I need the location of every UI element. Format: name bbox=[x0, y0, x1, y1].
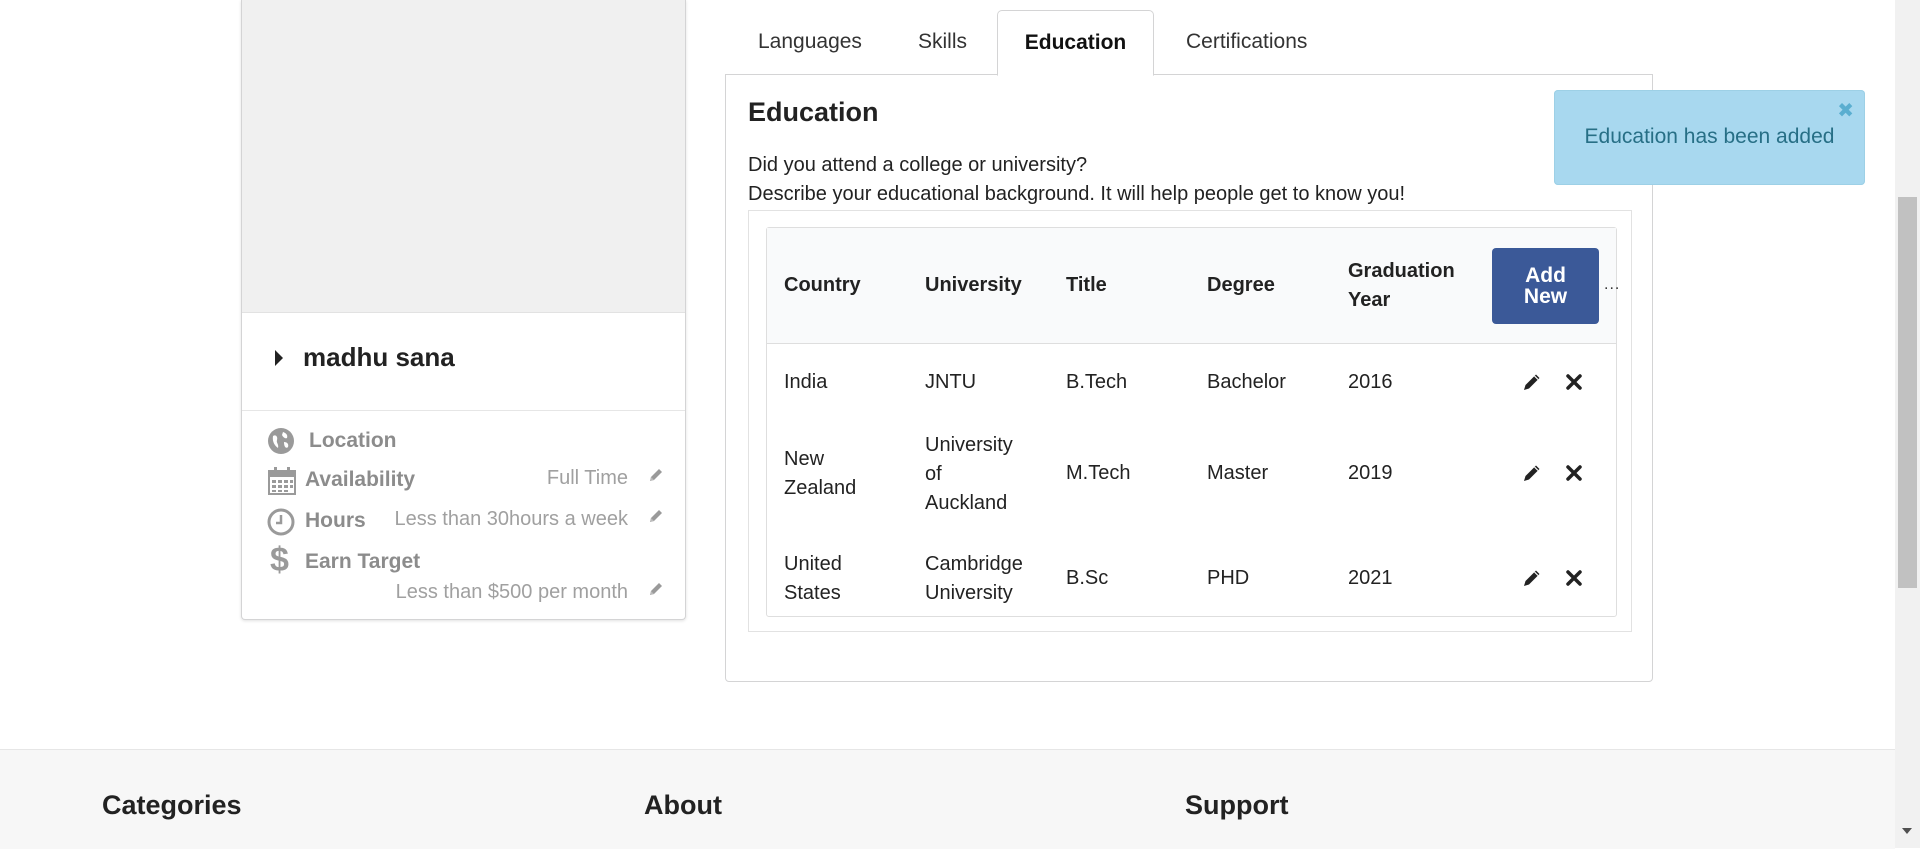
scrollbar-thumb[interactable] bbox=[1898, 197, 1917, 588]
footer: Categories About Support bbox=[0, 749, 1895, 849]
cell-year: 2019 bbox=[1348, 462, 1393, 484]
education-question: Did you attend a college or university? bbox=[748, 154, 1088, 176]
column-header-degree: Degree bbox=[1207, 274, 1275, 296]
tab-skills[interactable]: Skills bbox=[918, 10, 967, 74]
cell-degree: PHD bbox=[1207, 567, 1250, 589]
cell-title: B.Tech bbox=[1066, 371, 1128, 393]
clock-icon bbox=[267, 508, 295, 536]
profile-name: madhu sana bbox=[303, 342, 455, 372]
footer-support-heading: Support bbox=[1185, 790, 1289, 820]
edit-row-icon[interactable] bbox=[1521, 567, 1543, 589]
globe-icon bbox=[268, 428, 294, 454]
success-toast: ✖ Education has been added bbox=[1554, 90, 1865, 185]
country-line-2: States bbox=[784, 582, 841, 604]
availability-value: Full Time bbox=[546, 467, 628, 489]
column-header-title: Title bbox=[1066, 274, 1107, 296]
graduation-line-2: Year bbox=[1348, 289, 1391, 311]
country-line-1: United bbox=[784, 553, 842, 575]
tab-languages[interactable]: Languages bbox=[758, 10, 862, 74]
university-line-2: of bbox=[925, 463, 942, 485]
earn-target-label: Earn Target bbox=[305, 550, 421, 573]
footer-about-heading: About bbox=[644, 790, 722, 820]
university-line-3: Auckland bbox=[925, 492, 1008, 514]
delete-row-icon[interactable] bbox=[1563, 462, 1585, 484]
close-icon[interactable]: ✖ bbox=[1837, 98, 1854, 123]
cell-year: 2021 bbox=[1348, 567, 1393, 589]
country-line-1: New bbox=[784, 448, 825, 470]
table-header: Country University Title Degree Graduati… bbox=[767, 228, 1619, 344]
tab-certifications[interactable]: Certifications bbox=[1186, 10, 1307, 74]
cell-university: Cambridge University bbox=[925, 550, 1023, 608]
column-header-graduation-year: Graduation Year bbox=[1348, 257, 1455, 315]
edit-row-icon[interactable] bbox=[1521, 462, 1543, 484]
profile-card: madhu sana Location Availability Full Ti… bbox=[241, 0, 686, 620]
cell-university: JNTU bbox=[925, 371, 977, 393]
scroll-down-arrow-icon[interactable] bbox=[1902, 828, 1912, 834]
education-description: Describe your educational background. It… bbox=[748, 183, 1406, 205]
availability-label: Availability bbox=[305, 468, 416, 491]
cell-country: United States bbox=[784, 550, 842, 608]
edit-availability-icon[interactable] bbox=[647, 466, 665, 484]
profile-photo bbox=[242, 0, 685, 313]
edit-hours-icon[interactable] bbox=[647, 507, 665, 525]
hours-label: Hours bbox=[305, 509, 366, 532]
cell-university: University of Auckland bbox=[925, 431, 1013, 518]
university-line-2: University bbox=[925, 582, 1013, 604]
toast-message: Education has been added bbox=[1584, 125, 1835, 148]
dollar-icon: $ bbox=[270, 541, 289, 579]
tab-education[interactable]: Education bbox=[997, 10, 1154, 76]
cell-title: B.Sc bbox=[1066, 567, 1109, 589]
cell-title: M.Tech bbox=[1066, 462, 1131, 484]
column-header-university: University bbox=[925, 274, 1022, 296]
column-header-country: Country bbox=[784, 274, 861, 296]
education-table: Country University Title Degree Graduati… bbox=[766, 227, 1619, 617]
cell-country: India bbox=[784, 371, 828, 393]
country-line-2: Zealand bbox=[784, 477, 857, 499]
hours-value: Less than 30hours a week bbox=[394, 508, 629, 530]
university-line-1: Cambridge bbox=[925, 553, 1023, 575]
earn-target-value: Less than $500 per month bbox=[395, 581, 628, 603]
graduation-line-1: Graduation bbox=[1348, 260, 1455, 282]
add-new-button[interactable]: Add New bbox=[1492, 248, 1599, 324]
overflow-indicator: ... bbox=[1604, 276, 1621, 293]
edit-row-icon[interactable] bbox=[1521, 371, 1543, 393]
delete-row-icon[interactable] bbox=[1563, 567, 1585, 589]
cell-country: New Zealand bbox=[784, 445, 856, 503]
education-panel: Education Did you attend a college or un… bbox=[725, 74, 1653, 682]
page-scrollbar[interactable] bbox=[1895, 0, 1920, 848]
location-label: Location bbox=[309, 429, 397, 452]
add-new-line-2: New bbox=[1523, 285, 1568, 308]
edit-earn-target-icon[interactable] bbox=[647, 580, 665, 598]
calendar-icon bbox=[268, 467, 296, 495]
education-table-wrapper: Country University Title Degree Graduati… bbox=[748, 210, 1632, 632]
education-title: Education bbox=[748, 97, 879, 127]
cell-year: 2016 bbox=[1348, 371, 1393, 393]
add-new-line-1: Add bbox=[1525, 264, 1566, 287]
cell-degree: Bachelor bbox=[1207, 371, 1286, 393]
footer-categories-heading: Categories bbox=[102, 790, 242, 820]
university-line-1: University bbox=[925, 434, 1013, 456]
delete-row-icon[interactable] bbox=[1563, 371, 1585, 393]
caret-right-icon[interactable] bbox=[275, 350, 283, 366]
profile-name-row[interactable]: madhu sana bbox=[242, 312, 685, 411]
cell-degree: Master bbox=[1207, 462, 1269, 484]
